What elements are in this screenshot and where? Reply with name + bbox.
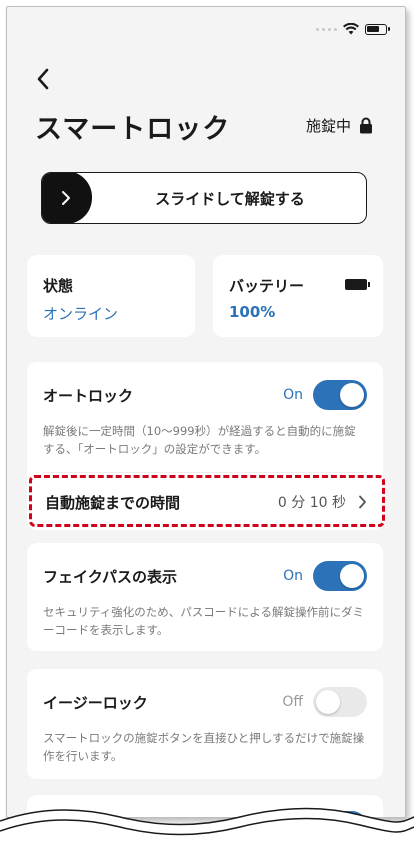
lock-icon [360,117,372,134]
status-bar [316,23,390,35]
status-battery-icon [365,23,390,35]
auto-lock-state: On [283,387,303,403]
battery-label: バッテリー [229,277,305,295]
phone-screen: スマートロック 施錠中 スライドして解錠する 状態 オンライン バッテリー 10… [6,6,406,818]
fake-pass-card: フェイクパスの表示 On セキュリティ強化のため、パスコードによる解錠操作前にダ… [27,543,383,651]
auto-lock-toggle[interactable] [313,380,367,410]
chevron-left-icon [37,68,49,90]
easy-lock-description: スマートロックの施錠ボタンを直接ひと押しするだけで施錠操作を行います。 [43,731,365,763]
divider [43,472,367,473]
fake-pass-row: フェイクパスの表示 On [43,561,367,591]
auto-lock-title: オートロック [43,386,134,405]
wifi-icon [343,23,359,35]
auto-lock-time-label: 自動施錠までの時間 [45,493,181,512]
status-value: オンライン [43,305,119,323]
chevron-right-icon [62,190,70,205]
signal-dots-icon [316,27,337,31]
battery-icon [345,279,370,290]
fake-pass-title: フェイクパスの表示 [43,567,177,586]
fake-pass-state: On [283,568,303,584]
easy-lock-title: イージーロック [43,693,148,712]
easy-lock-state: Off [282,694,303,710]
unlock-slider[interactable]: スライドして解錠する [41,172,367,224]
battery-value: 100% [229,303,276,321]
slider-knob[interactable] [42,173,92,223]
status-label: 状態 [43,277,74,295]
auto-lock-time-row[interactable]: 自動施錠までの時間 0 分 10 秒 [45,487,367,517]
easy-lock-card: イージーロック Off スマートロックの施錠ボタンを直接ひと押しするだけで施錠操… [27,669,383,779]
auto-lock-time-value: 0 分 10 秒 [277,495,346,511]
easy-lock-row: イージーロック Off [43,687,367,717]
back-button[interactable] [29,65,57,93]
lock-status: 施錠中 [306,115,373,136]
auto-lock-row: オートロック On [43,380,367,410]
page-title: スマートロック [35,114,231,145]
torn-edge-decoration [0,807,414,853]
auto-lock-description: 解錠後に一定時間（10〜999秒）が経過すると自動的に施錠する、「オートロック」… [43,424,356,456]
battery-card: バッテリー 100% [213,255,383,337]
easy-lock-toggle[interactable] [313,687,367,717]
chevron-right-icon [359,495,366,509]
status-card: 状態 オンライン [27,255,195,337]
fake-pass-description: セキュリティ強化のため、パスコードによる解錠操作前にダミーコードを表示します。 [43,605,364,637]
slider-label: スライドして解錠する [155,189,305,208]
lock-status-label: 施錠中 [305,117,351,135]
fake-pass-toggle[interactable] [313,561,367,591]
